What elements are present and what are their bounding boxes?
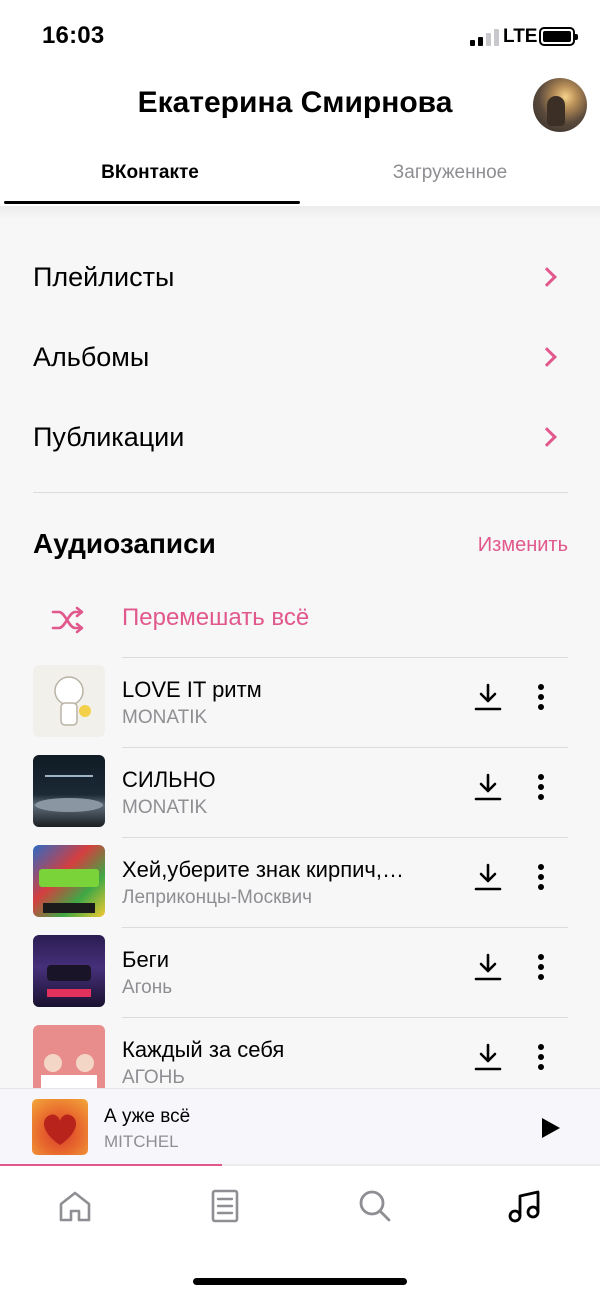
shuffle-all-button[interactable]: Перемешать всё [33,594,568,646]
track-row[interactable]: LOVE IT ритм MONATIK [33,657,568,747]
music-icon[interactable] [505,1186,545,1226]
divider [122,657,568,658]
tab-vkontakte[interactable]: ВКонтакте [0,150,300,206]
divider [122,927,568,928]
download-icon[interactable] [473,1041,503,1073]
chevron-right-icon [537,267,557,287]
more-options-icon[interactable] [533,861,549,893]
chevron-right-icon [537,347,557,367]
track-row[interactable]: Хей,уберите знак кирпич,… Леприконцы-Мос… [33,837,568,927]
track-title: СИЛЬНО [122,767,216,792]
home-icon[interactable] [55,1186,95,1226]
track-title: Каждый за себя [122,1037,285,1062]
search-icon[interactable] [355,1186,395,1226]
track-title: Хей,уберите знак кирпич,… [122,857,404,882]
album-cover [33,755,105,827]
album-cover [33,845,105,917]
album-cover [33,935,105,1007]
more-options-icon[interactable] [533,951,549,983]
menu-item-publications[interactable]: Публикации [33,407,568,467]
divider [122,1017,568,1018]
tab-active-indicator [4,201,300,204]
divider [122,747,568,748]
menu-item-playlists[interactable]: Плейлисты [33,247,568,307]
album-cover [33,1025,105,1088]
shuffle-icon [51,606,84,634]
more-options-icon[interactable] [533,1041,549,1073]
home-indicator[interactable] [193,1278,407,1285]
track-artist: Агонь [122,977,173,998]
download-icon[interactable] [473,681,503,713]
now-playing-artist: MITCHEL [104,1132,179,1151]
now-playing-cover [32,1099,88,1155]
track-artist: АГОНЬ [122,1067,185,1088]
shuffle-label: Перемешать всё [122,604,310,631]
track-artist: Леприконцы-Москвич [122,887,312,908]
network-type: LTE [503,26,538,47]
play-icon[interactable] [539,1117,561,1139]
section-title-audio: Аудиозаписи [33,528,216,559]
menu-item-albums[interactable]: Альбомы [33,327,568,387]
track-artist: MONATIK [122,707,208,728]
edit-button[interactable]: Изменить [478,534,568,557]
signal-icon [470,28,499,46]
now-playing-title: А уже всё [104,1106,191,1127]
chevron-right-icon [537,427,557,447]
more-options-icon[interactable] [533,681,549,713]
divider [122,837,568,838]
track-row[interactable]: Беги Агонь [33,927,568,1017]
menu-item-label: Альбомы [33,341,150,372]
main-content: Плейлисты Альбомы Публикации Аудиозаписи… [0,206,600,1088]
download-icon[interactable] [473,861,503,893]
track-row[interactable]: СИЛЬНО MONATIK [33,747,568,837]
track-title: Беги [122,947,169,972]
tab-bar: ВКонтакте Загруженное [0,150,600,206]
download-icon[interactable] [473,951,503,983]
battery-icon [539,27,578,46]
download-icon[interactable] [473,771,503,803]
album-cover [33,665,105,737]
track-title: LOVE IT ритм [122,677,262,702]
news-icon[interactable] [205,1186,245,1226]
track-artist: MONATIK [122,797,208,818]
mini-player[interactable]: А уже всё MITCHEL [0,1088,600,1166]
status-time: 16:03 [42,22,105,49]
menu-item-label: Плейлисты [33,261,175,292]
menu-item-label: Публикации [33,421,185,452]
status-bar: 16:03 LTE [0,0,600,72]
avatar[interactable] [533,78,587,132]
tab-downloaded[interactable]: Загруженное [300,150,600,206]
more-options-icon[interactable] [533,771,549,803]
page-title: Екатерина Смирнова [137,86,453,119]
track-row[interactable]: Каждый за себя АГОНЬ [33,1017,568,1088]
divider [33,492,568,493]
